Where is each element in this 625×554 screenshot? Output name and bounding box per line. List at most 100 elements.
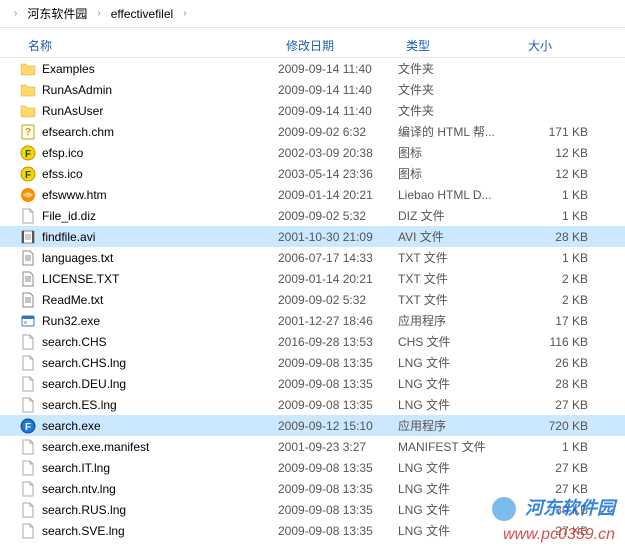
txt-icon: [20, 250, 36, 266]
chevron-right-icon: ›: [91, 8, 106, 19]
file-icon: [20, 334, 36, 350]
file-date: 2001-09-23 3:27: [278, 440, 398, 454]
file-size: 1 KB: [520, 251, 600, 265]
file-list[interactable]: Examples2009-09-14 11:40文件夹RunAsAdmin200…: [0, 58, 625, 541]
file-row[interactable]: search.CHS.lng2009-09-08 13:35LNG 文件26 K…: [0, 352, 625, 373]
file-type: LNG 文件: [398, 354, 520, 371]
exe-f-icon: F: [20, 418, 36, 434]
file-row[interactable]: search.RUS.lng 2009-09-08 13:35LNG 文件39 K…: [0, 499, 625, 520]
file-row[interactable]: search.exe.manifest 2001-09-23 3:27MANIFE…: [0, 436, 625, 457]
file-type: TXT 文件: [398, 270, 520, 287]
file-size: 27 KB: [520, 398, 600, 412]
file-type: Liebao HTML D...: [398, 188, 520, 202]
file-date: 2009-09-08 13:35: [278, 503, 398, 517]
file-name: Run32.exe: [42, 314, 100, 328]
file-type: CHS 文件: [398, 333, 520, 350]
file-date: 2002-03-09 20:38: [278, 146, 398, 160]
chm-icon: ?: [20, 124, 36, 140]
file-name: search.RUS.lng: [42, 503, 126, 517]
file-icon: [20, 460, 36, 476]
file-row[interactable]: Run32.exe2001-12-27 18:46应用程序17 KB: [0, 310, 625, 331]
file-name: efsearch.chm: [42, 125, 114, 139]
file-type: TXT 文件: [398, 291, 520, 308]
file-type: DIZ 文件: [398, 207, 520, 224]
file-type: MANIFEST 文件: [398, 438, 520, 455]
file-name: findfile.avi: [42, 230, 95, 244]
txt-icon: [20, 271, 36, 287]
file-name: search.DEU.lng: [42, 377, 126, 391]
file-type: LNG 文件: [398, 480, 520, 497]
file-type: LNG 文件: [398, 375, 520, 392]
file-name: search.ES.lng: [42, 398, 117, 412]
file-icon: [20, 208, 36, 224]
breadcrumb[interactable]: › 河东软件园 › effectivefilel ›: [0, 0, 625, 28]
file-size: 12 KB: [520, 146, 600, 160]
file-name: search.exe.manifest: [42, 440, 149, 454]
chevron-right-icon: ›: [8, 8, 23, 19]
file-name: efss.ico: [42, 167, 83, 181]
breadcrumb-part[interactable]: 河东软件园: [23, 5, 91, 22]
file-name: LICENSE.TXT: [42, 272, 119, 286]
file-row[interactable]: findfile.avi2001-10-30 21:09AVI 文件28 KB: [0, 226, 625, 247]
file-row[interactable]: Fefss.ico2003-05-14 23:36图标12 KB: [0, 163, 625, 184]
file-row[interactable]: Fefsp.ico2002-03-09 20:38图标12 KB: [0, 142, 625, 163]
file-size: 27 KB: [520, 461, 600, 475]
column-header-type[interactable]: 类型: [398, 37, 520, 54]
file-name: RunAsUser: [42, 104, 103, 118]
file-date: 2009-09-02 5:32: [278, 209, 398, 223]
column-header-date[interactable]: 修改日期: [278, 37, 398, 54]
file-row[interactable]: LICENSE.TXT2009-01-14 20:21TXT 文件2 KB: [0, 268, 625, 289]
file-row[interactable]: Examples2009-09-14 11:40文件夹: [0, 58, 625, 79]
file-icon: [20, 397, 36, 413]
file-row[interactable]: efswww.htm2009-01-14 20:21Liebao HTML D.…: [0, 184, 625, 205]
file-row[interactable]: File_id.diz2009-09-02 5:32DIZ 文件1 KB: [0, 205, 625, 226]
file-size: 1 KB: [520, 188, 600, 202]
column-header-name[interactable]: 名称: [20, 37, 278, 54]
file-date: 2009-09-14 11:40: [278, 62, 398, 76]
file-name: ReadMe.txt: [42, 293, 103, 307]
file-row[interactable]: ReadMe.txt 2009-09-02 5:32TXT 文件2 KB: [0, 289, 625, 310]
file-date: 2009-09-08 13:35: [278, 461, 398, 475]
file-icon: [20, 502, 36, 518]
breadcrumb-part[interactable]: effectivefilel: [107, 7, 177, 21]
file-name: languages.txt: [42, 251, 113, 265]
file-row[interactable]: RunAsAdmin2009-09-14 11:40文件夹: [0, 79, 625, 100]
folder-icon: [20, 82, 36, 98]
file-size: 28 KB: [520, 377, 600, 391]
svg-text:F: F: [25, 170, 31, 181]
file-date: 2016-09-28 13:53: [278, 335, 398, 349]
file-date: 2001-12-27 18:46: [278, 314, 398, 328]
avi-icon: [20, 229, 36, 245]
file-row[interactable]: languages.txt2006-07-17 14:33TXT 文件1 KB: [0, 247, 625, 268]
column-header-size[interactable]: 大小: [520, 37, 600, 54]
file-size: 2 KB: [520, 272, 600, 286]
file-size: 2 KB: [520, 293, 600, 307]
file-type: LNG 文件: [398, 522, 520, 539]
file-type: 图标: [398, 165, 520, 182]
file-date: 2009-09-08 13:35: [278, 377, 398, 391]
file-icon: [20, 439, 36, 455]
file-name: efsp.ico: [42, 146, 83, 160]
exe-icon: [20, 313, 36, 329]
file-name: efswww.htm: [42, 188, 107, 202]
file-name: RunAsAdmin: [42, 83, 112, 97]
svg-text:F: F: [25, 149, 31, 160]
file-row[interactable]: ?efsearch.chm2009-09-02 6:32编译的 HTML 帮..…: [0, 121, 625, 142]
file-name: search.ntv.lng: [42, 482, 116, 496]
htm-icon: [20, 187, 36, 203]
file-size: 39 KB: [520, 503, 600, 517]
file-name: search.CHS.lng: [42, 356, 126, 370]
file-date: 2009-09-02 5:32: [278, 293, 398, 307]
file-row[interactable]: RunAsUser2009-09-14 11:40文件夹: [0, 100, 625, 121]
file-size: 1 KB: [520, 440, 600, 454]
file-icon: [20, 481, 36, 497]
file-row[interactable]: search.SVE.lng2009-09-08 13:35LNG 文件27 K…: [0, 520, 625, 541]
file-type: LNG 文件: [398, 501, 520, 518]
file-row[interactable]: search.ES.lng2009-09-08 13:35LNG 文件27 KB: [0, 394, 625, 415]
file-date: 2009-09-08 13:35: [278, 482, 398, 496]
file-row[interactable]: search.IT.lng2009-09-08 13:35LNG 文件27 KB: [0, 457, 625, 478]
file-row[interactable]: search.DEU.lng 2009-09-08 13:35LNG 文件28 K…: [0, 373, 625, 394]
file-row[interactable]: search.CHS2016-09-28 13:53CHS 文件116 KB: [0, 331, 625, 352]
file-row[interactable]: search.ntv.lng2009-09-08 13:35LNG 文件27 K…: [0, 478, 625, 499]
file-row[interactable]: Fsearch.exe2009-09-12 15:10应用程序720 KB: [0, 415, 625, 436]
